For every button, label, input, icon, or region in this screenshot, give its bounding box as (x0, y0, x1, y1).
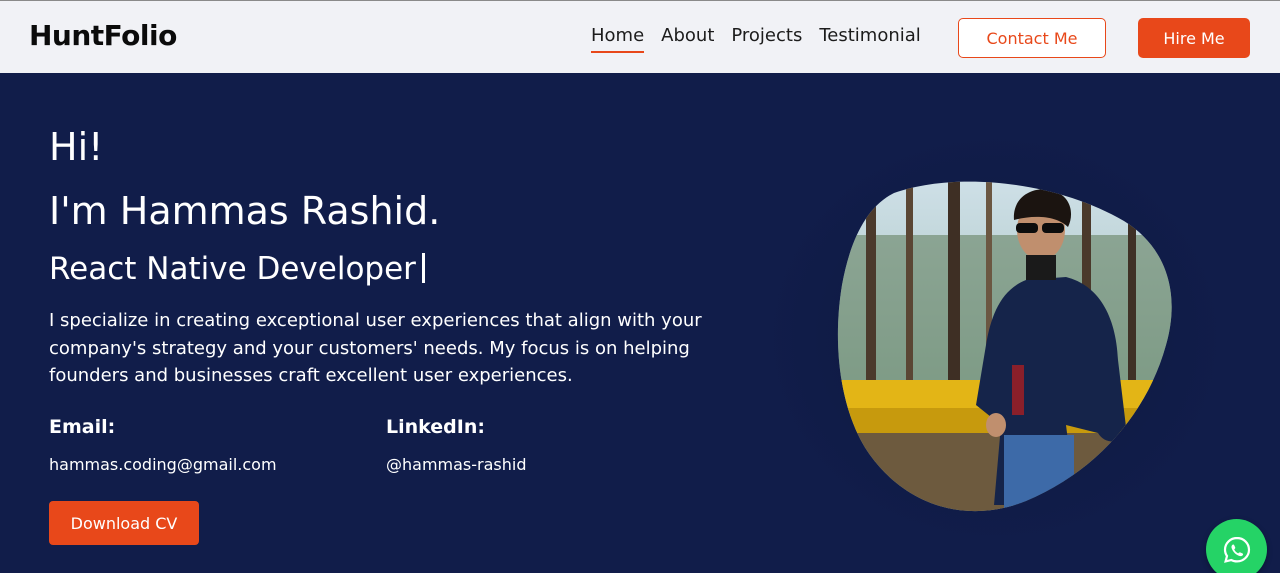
hero-greeting: Hi! (49, 125, 104, 169)
linkedin-value[interactable]: @hammas-rashid (386, 455, 527, 474)
hero-name: I'm Hammas Rashid. (49, 189, 441, 233)
nav-link-about[interactable]: About (661, 25, 714, 53)
nav-links: Home About Projects Testimonial (591, 25, 938, 53)
hero-role-text: React Native Developer (49, 251, 416, 287)
hire-me-button[interactable]: Hire Me (1138, 18, 1250, 58)
typing-cursor (421, 253, 425, 283)
whatsapp-icon (1223, 536, 1250, 563)
nav-link-projects[interactable]: Projects (731, 25, 802, 53)
download-cv-button[interactable]: Download CV (49, 501, 199, 545)
hero-bio: I specialize in creating exceptional use… (49, 310, 702, 386)
hero-section: Hi! I'm Hammas Rashid. React Native Deve… (0, 73, 1280, 573)
profile-photo (837, 181, 1172, 512)
site-logo[interactable]: HuntFolio (29, 19, 177, 52)
linkedin-label: LinkedIn: (386, 416, 485, 438)
navbar: HuntFolio Home About Projects Testimonia… (0, 0, 1280, 73)
nav-link-home[interactable]: Home (591, 25, 645, 53)
hero-role: React Native Developer (49, 251, 425, 287)
whatsapp-button[interactable] (1206, 519, 1267, 573)
email-label: Email: (49, 416, 116, 438)
email-value[interactable]: hammas.coding@gmail.com (49, 455, 277, 474)
contact-me-button[interactable]: Contact Me (958, 18, 1106, 58)
nav-link-testimonial[interactable]: Testimonial (819, 25, 920, 53)
